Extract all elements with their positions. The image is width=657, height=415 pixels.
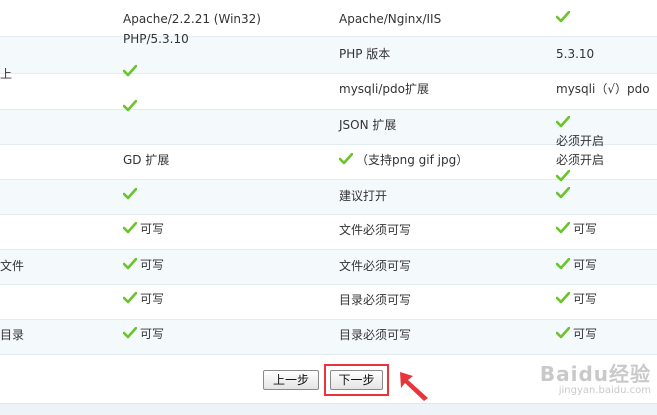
writable-status: 可写 bbox=[556, 326, 597, 342]
item-label: GD 扩展 bbox=[123, 153, 170, 167]
check-icon bbox=[339, 153, 353, 165]
requirement-label: 文件必须可写 bbox=[339, 223, 412, 237]
current-value: Apache/2.2.21 (Win32) bbox=[123, 12, 261, 26]
requirement-label: PHP 版本 bbox=[339, 47, 391, 61]
check-icon bbox=[123, 99, 137, 115]
check-icon bbox=[123, 292, 137, 304]
check-icon bbox=[123, 327, 137, 339]
check-icon bbox=[123, 258, 137, 270]
gd-support: （支持png gif jpg） bbox=[339, 152, 468, 168]
writable-status: 可写 bbox=[556, 291, 597, 307]
requirement-label: 建议打开 bbox=[339, 189, 388, 203]
writable-status: 可写 bbox=[556, 221, 597, 237]
watermark-logo: Baidu经验 bbox=[539, 362, 651, 386]
watermark-url: jingyan.baidu.com bbox=[558, 385, 651, 396]
item-label: 上 bbox=[0, 67, 13, 81]
writable-status: 可写 bbox=[556, 257, 597, 273]
page-bottom-bar bbox=[0, 403, 657, 415]
check-icon bbox=[123, 187, 137, 203]
next-step-button[interactable]: 下一步 bbox=[330, 370, 383, 390]
requirement-value: Apache/Nginx/IIS bbox=[339, 12, 442, 26]
writable-status: 可写 bbox=[123, 257, 164, 273]
writable-status: 可写 bbox=[123, 326, 164, 342]
check-icon bbox=[556, 327, 570, 339]
check-icon bbox=[556, 169, 570, 185]
requirement-value: 必须开启 bbox=[556, 134, 605, 148]
requirement-label: 目录必须可写 bbox=[339, 293, 412, 307]
requirement-value: 必须开启 bbox=[556, 153, 605, 167]
prev-step-button[interactable]: 上一步 bbox=[263, 370, 319, 390]
item-label: 文件 bbox=[0, 259, 25, 273]
check-icon bbox=[556, 10, 570, 26]
current-value: PHP/5.3.10 bbox=[123, 32, 189, 46]
writable-status: 可写 bbox=[123, 291, 164, 307]
requirement-value: mysqli（√）pdo bbox=[556, 82, 650, 96]
arrow-icon bbox=[400, 372, 428, 401]
check-icon bbox=[556, 258, 570, 270]
requirement-label: mysqli/pdo扩展 bbox=[339, 82, 429, 96]
check-icon bbox=[123, 222, 137, 234]
requirement-value: 5.3.10 bbox=[556, 47, 595, 61]
item-label: 目录 bbox=[0, 328, 25, 342]
check-icon bbox=[556, 222, 570, 234]
check-icon bbox=[556, 186, 570, 202]
check-icon bbox=[556, 292, 570, 304]
check-icon bbox=[123, 64, 137, 80]
requirement-label: JSON 扩展 bbox=[339, 118, 397, 132]
requirement-label: 文件必须可写 bbox=[339, 259, 412, 273]
watermark: Baidu经验 jingyan.baidu.com bbox=[540, 358, 651, 396]
check-icon bbox=[556, 115, 570, 131]
requirement-label: 目录必须可写 bbox=[339, 328, 412, 342]
writable-status: 可写 bbox=[123, 221, 164, 237]
